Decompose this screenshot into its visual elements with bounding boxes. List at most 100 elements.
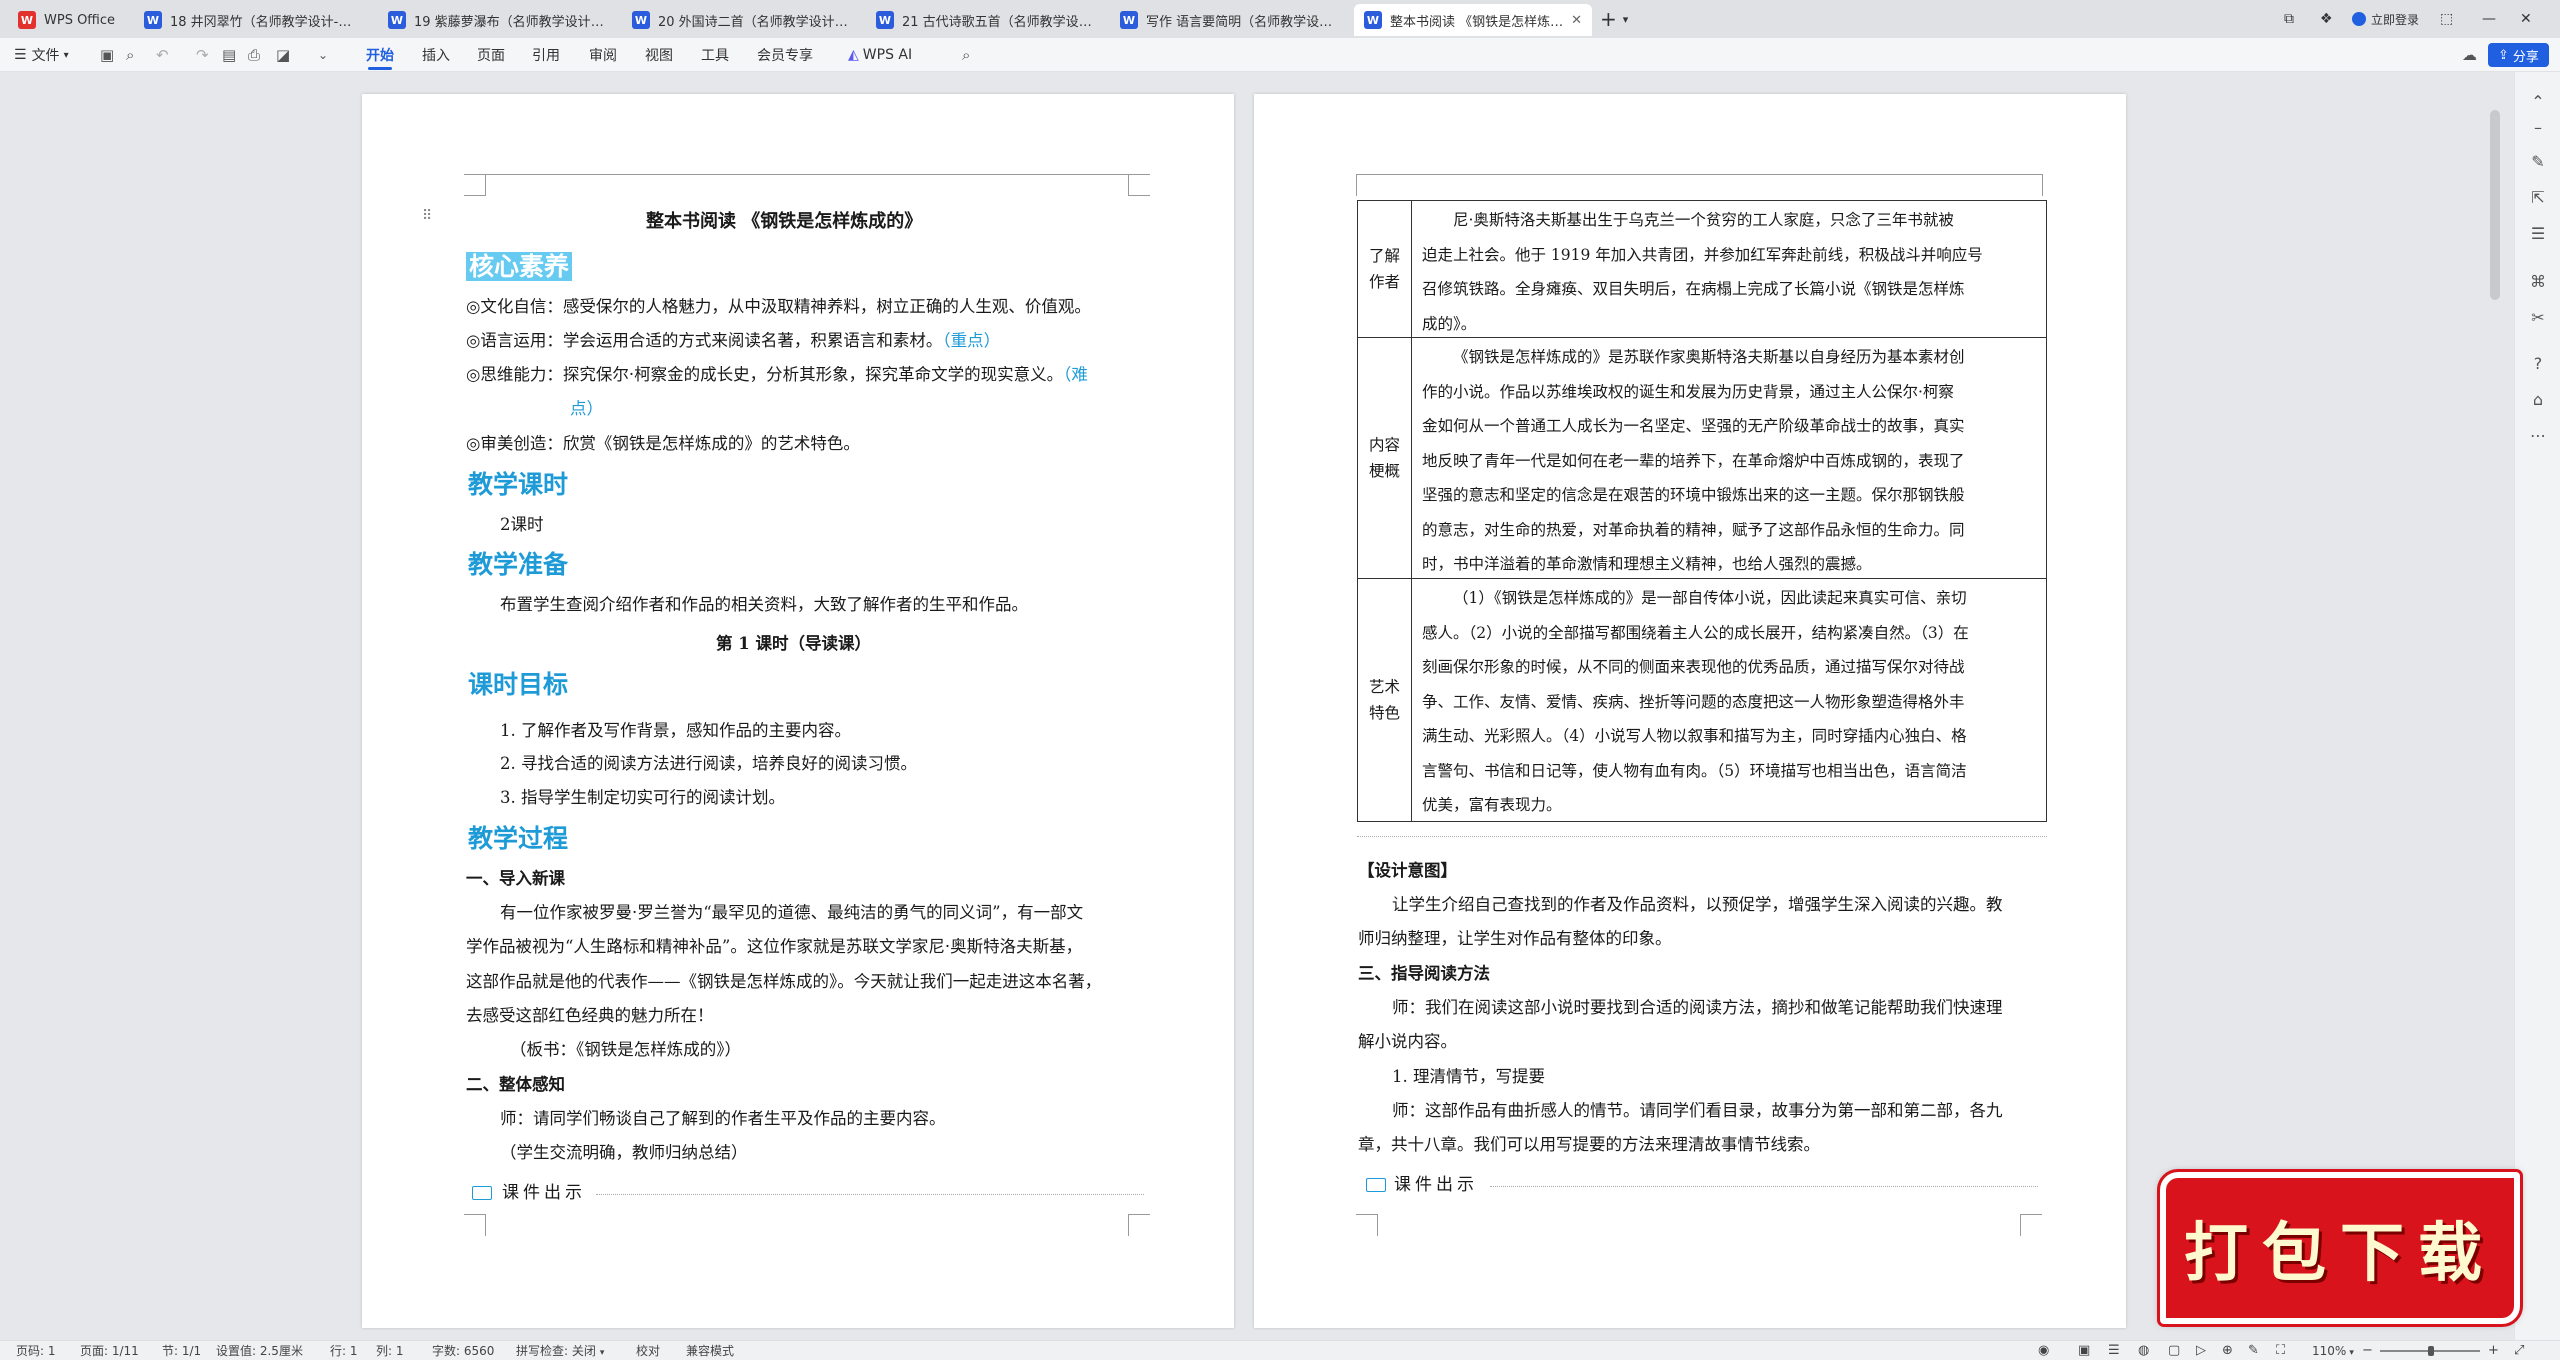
- share-label: 分享: [2512, 49, 2539, 65]
- tab-active-document[interactable]: W 整本书阅读 《钢铁是怎样炼成的 ✕: [1354, 4, 1592, 36]
- board-note: （板书：《钢铁是怎样炼成的》）: [510, 1040, 741, 1059]
- wps-ai-button[interactable]: ◭ WPS AI: [848, 38, 912, 72]
- menu-page[interactable]: 页面: [477, 38, 505, 72]
- fit-page-icon[interactable]: ⛶: [2276, 1341, 2285, 1360]
- tab-wps-home[interactable]: W WPS Office: [8, 4, 128, 36]
- status-word-count[interactable]: 字数: 6560: [432, 1341, 494, 1360]
- status-setting[interactable]: 设置值: 2.5厘米: [216, 1341, 303, 1360]
- cloud-sync-icon[interactable]: ☁: [2462, 38, 2477, 72]
- status-column[interactable]: 列: 1: [376, 1341, 404, 1360]
- theme-icon[interactable]: ❖: [2320, 0, 2333, 38]
- menu-references[interactable]: 引用: [532, 38, 560, 72]
- plot-line: 师：这部作品有曲折感人的情节。请同学们看目录，故事分为第一部和第二部，各九: [1392, 1101, 2003, 1120]
- table-line: 坚强的意志和坚定的信念是在艰苦的环境中锻炼出来的这一主题。保尔那钢铁般: [1422, 486, 1965, 504]
- word-doc-icon: W: [144, 11, 162, 29]
- fullscreen-icon[interactable]: ⤢: [2514, 1341, 2524, 1360]
- zoom-out-icon[interactable]: −: [2362, 1341, 2373, 1360]
- tools-icon[interactable]: ✂: [2528, 308, 2548, 328]
- login-button[interactable]: 立即登录: [2352, 0, 2419, 38]
- header-line: [464, 174, 1150, 175]
- redo-icon[interactable]: ↷: [196, 38, 209, 72]
- status-page-number[interactable]: 页码: 1: [16, 1341, 56, 1360]
- tab-label: 写作 语言要简明（名师教学设计-详案）: [1146, 14, 1338, 30]
- outline-view-icon[interactable]: ☰: [2108, 1341, 2120, 1360]
- tab-bar: W WPS Office W 18 井冈翠竹（名师教学设计-详案） W 19 紫藤萝瀑…: [0, 0, 2560, 38]
- zoom-level[interactable]: 110% ▾: [2312, 1341, 2354, 1360]
- intro-line: 这部作品就是他的代表作——《钢铁是怎样炼成的》。今天就让我们一起走进这本名著，: [466, 972, 1102, 991]
- ai-icon: ◭: [848, 47, 859, 63]
- page-view-icon[interactable]: ▣: [2078, 1341, 2090, 1360]
- download-banner-label: 打包下载: [2184, 1216, 2496, 1291]
- collapse-arrow-icon[interactable]: ⌃: [2528, 92, 2548, 112]
- tab-document[interactable]: W 21 古代诗歌五首（名师教学设计-详案）: [866, 4, 1104, 36]
- close-window-icon[interactable]: ✕: [2520, 0, 2532, 38]
- goal-item: 3. 指导学生制定切实可行的阅读计划。: [500, 788, 785, 807]
- status-spell-check[interactable]: 拼写检查: 关闭 ▾: [516, 1341, 604, 1360]
- shirt-icon[interactable]: ⌂: [2528, 390, 2548, 410]
- read-mode-icon[interactable]: ▢: [2168, 1341, 2180, 1360]
- plus-icon: +: [1600, 7, 1617, 31]
- key-point-tag: （重点）: [942, 331, 1001, 350]
- menu-member[interactable]: 会员专享: [757, 38, 813, 72]
- goal-item: 1. 了解作者及写作背景，感知作品的主要内容。: [500, 721, 851, 740]
- eye-protection-icon[interactable]: ◉: [2038, 1341, 2049, 1360]
- web-view-icon[interactable]: ◍: [2138, 1341, 2149, 1360]
- translate-icon[interactable]: ⌘: [2528, 272, 2548, 292]
- pen-icon[interactable]: ✎: [2248, 1341, 2259, 1360]
- close-tab-icon[interactable]: ✕: [1565, 13, 1582, 28]
- layout-icon[interactable]: ⧉: [2284, 0, 2294, 38]
- tab-document[interactable]: W 19 紫藤萝瀑布（名师教学设计-详案）: [378, 4, 616, 36]
- restore-window-icon[interactable]: ⬚: [2440, 0, 2453, 38]
- print-preview-icon[interactable]: ▤: [222, 38, 236, 72]
- menu-home[interactable]: 开始: [366, 38, 394, 72]
- table-row-label: 艺术特色: [1358, 579, 1412, 821]
- format-painter-icon[interactable]: ◪: [276, 38, 290, 72]
- wps-ai-label: WPS AI: [862, 47, 913, 63]
- tab-document[interactable]: W 20 外国诗二首（名师教学设计-详案）: [622, 4, 860, 36]
- minimize-icon[interactable]: —: [2482, 0, 2496, 38]
- difficult-point-tag-cont: 点）: [570, 399, 603, 418]
- globe-icon[interactable]: ⊕: [2222, 1341, 2233, 1360]
- more-chevron-icon[interactable]: ⌄: [318, 38, 328, 72]
- word-doc-icon: W: [388, 11, 406, 29]
- save-icon[interactable]: ▣: [100, 38, 114, 72]
- menu-label: 视图: [645, 48, 673, 64]
- minus-icon[interactable]: –: [2528, 118, 2548, 138]
- more-icon[interactable]: ⋯: [2528, 426, 2548, 446]
- vertical-scrollbar[interactable]: [2490, 110, 2500, 300]
- table-line: 时，书中洋溢着的革命激情和理想主义精神，也给人强烈的震撼。: [1422, 555, 1872, 573]
- menu-tools[interactable]: 工具: [701, 38, 729, 72]
- menu-insert[interactable]: 插入: [422, 38, 450, 72]
- new-tab-button[interactable]: + ▾: [1600, 0, 1628, 38]
- student-line: （学生交流明确，教师归纳总结）: [500, 1143, 748, 1162]
- adjust-icon[interactable]: ☰: [2528, 224, 2548, 244]
- drag-handle-icon[interactable]: ⠿: [422, 208, 432, 224]
- table-line: 满生动、光彩照人。（4）小说写人物以叙事和描写为主，同时穿插内心独白、格: [1422, 727, 1967, 745]
- print-icon[interactable]: ⎙: [248, 38, 260, 72]
- menu-review[interactable]: 审阅: [589, 38, 617, 72]
- core-item-text: ◎思维能力：探究保尔·柯察金的成长史，分析其形象，探究革命文学的现实意义。: [466, 365, 1064, 384]
- file-menu[interactable]: ☰ 文件 ▾: [14, 38, 69, 72]
- status-section[interactable]: 节: 1/1: [162, 1341, 201, 1360]
- table-line: 成的》。: [1422, 314, 1477, 333]
- tab-document[interactable]: W 18 井冈翠竹（名师教学设计-详案）: [134, 4, 372, 36]
- menu-view[interactable]: 视图: [645, 38, 673, 72]
- edit-pen-icon[interactable]: ✎: [2528, 152, 2548, 172]
- search-icon[interactable]: ⌕: [962, 38, 970, 72]
- table-line: （1）《钢铁是怎样炼成的》是一部自传体小说，因此读起来真实可信、亲切: [1453, 589, 1967, 607]
- zoom-slider-thumb[interactable]: [2428, 1346, 2434, 1356]
- prep-text: 布置学生查阅介绍作者和作品的相关资料，大致了解作者的生平和作品。: [500, 595, 1028, 614]
- select-cursor-icon[interactable]: ⇱: [2528, 188, 2548, 208]
- help-icon[interactable]: ?: [2528, 354, 2548, 374]
- status-pages[interactable]: 页面: 1/11: [80, 1341, 139, 1360]
- zoom-in-icon[interactable]: +: [2488, 1341, 2499, 1360]
- undo-icon[interactable]: ↶: [156, 38, 169, 72]
- status-proofread[interactable]: 校对: [636, 1341, 660, 1360]
- find-icon[interactable]: ⌕: [126, 38, 134, 72]
- plot-line: 章，共十八章。我们可以用写提要的方法来理清故事情节线索。: [1358, 1135, 1820, 1154]
- share-button[interactable]: ⇪ 分享: [2488, 38, 2549, 72]
- download-package-banner[interactable]: 打包下载: [2157, 1169, 2523, 1327]
- play-icon[interactable]: ▷: [2196, 1341, 2206, 1360]
- status-row[interactable]: 行: 1: [330, 1341, 358, 1360]
- tab-document[interactable]: W 写作 语言要简明（名师教学设计-详案）: [1110, 4, 1348, 36]
